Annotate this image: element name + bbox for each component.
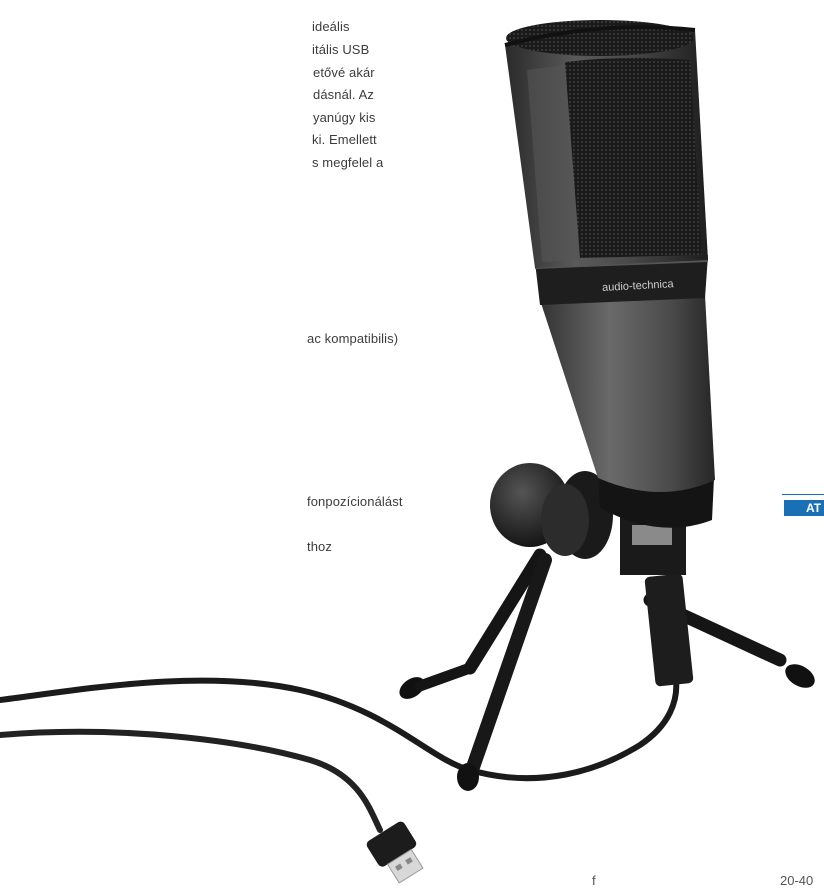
usb-cable-loop xyxy=(0,728,383,833)
microphone-product-image: audio-technica xyxy=(0,20,815,884)
badge-divider xyxy=(782,494,824,495)
intro-line: ideális xyxy=(312,19,350,34)
spec-line: ac kompatibilis) xyxy=(307,331,399,346)
intro-line: itális USB xyxy=(312,42,370,57)
mic-grille-mesh xyxy=(565,57,702,258)
footer-glyph: f xyxy=(592,873,596,888)
tripod-leg-front xyxy=(465,553,552,777)
footer-page-range: 20-40 xyxy=(780,873,814,888)
intro-line: s megfelel a xyxy=(312,155,384,170)
feature-line: thoz xyxy=(307,539,332,554)
feature-line: fonpozícionálást xyxy=(307,494,403,509)
intro-line: ki. Emellett xyxy=(312,132,377,147)
model-badge: AT xyxy=(784,500,824,516)
intro-line: etővé akár xyxy=(313,65,375,80)
usb-connector xyxy=(644,573,694,687)
intro-line: yanúgy kis xyxy=(313,110,376,125)
usb-plug xyxy=(366,821,424,884)
intro-line: dásnál. Az xyxy=(313,87,374,102)
mic-lower-body xyxy=(540,295,715,493)
